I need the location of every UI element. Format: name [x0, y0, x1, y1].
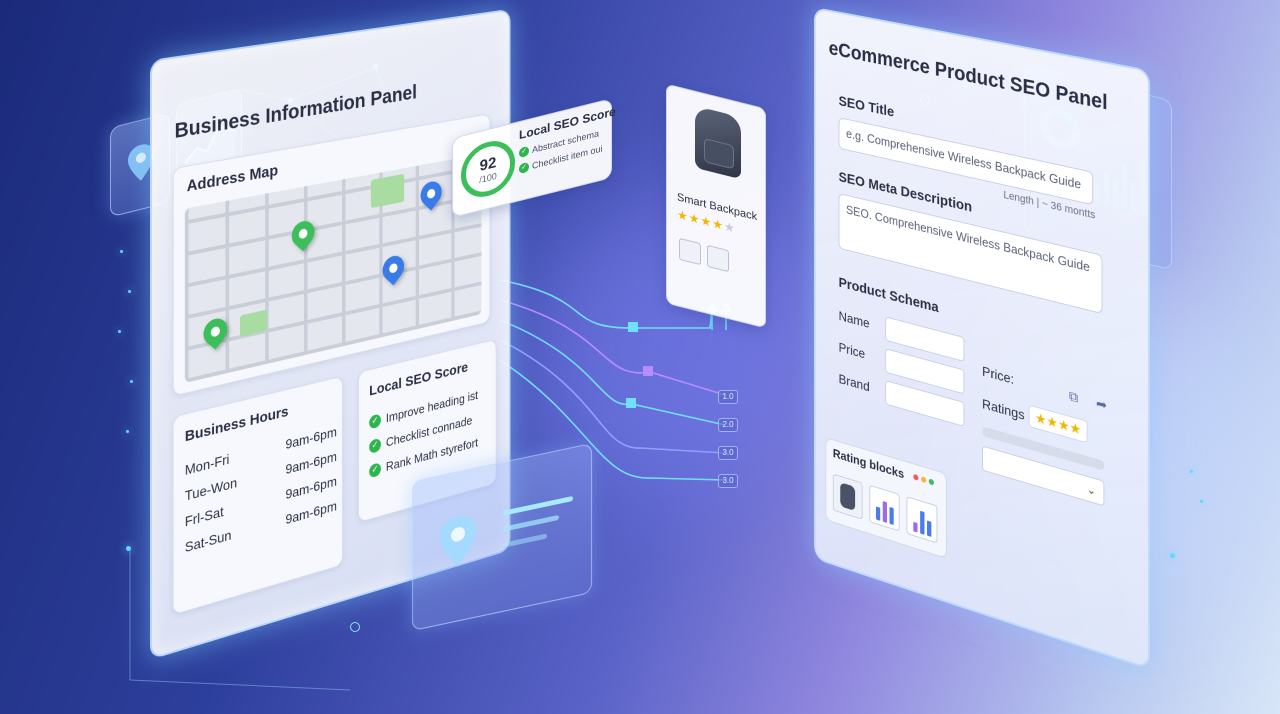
- particle: [126, 430, 129, 433]
- ratings-stars[interactable]: ★★★★: [1028, 404, 1088, 444]
- map-pin-icon[interactable]: [287, 216, 320, 252]
- particle: [118, 330, 121, 333]
- schema-field-label: Price: [838, 339, 866, 362]
- check-icon: ✓: [369, 461, 381, 478]
- backpack-image: [695, 105, 741, 180]
- backpack-thumbnail[interactable]: [832, 473, 863, 520]
- hours-day: Tue-Won: [184, 474, 238, 504]
- chevron-down-icon: ⌄: [1086, 481, 1096, 499]
- particle: [126, 546, 131, 551]
- product-thumbnail[interactable]: [679, 237, 701, 266]
- connector-tag: 3.0: [718, 474, 738, 488]
- product-schema-title: Product Schema: [838, 274, 939, 317]
- map-pin-icon[interactable]: [416, 176, 447, 211]
- product-card[interactable]: Smart Backpack ★★★★★: [666, 83, 766, 329]
- particle: [128, 290, 131, 293]
- map-park: [240, 309, 267, 337]
- check-icon: ✓: [369, 412, 381, 430]
- check-icon: ✓: [519, 161, 529, 175]
- seo-title-label: SEO Title: [838, 93, 895, 121]
- hours-day: Sat-Sun: [184, 526, 232, 556]
- map-pin-icon[interactable]: [198, 313, 233, 350]
- product-thumbnail[interactable]: [707, 244, 729, 273]
- particle: [120, 250, 123, 253]
- share-icon[interactable]: ➦: [1093, 393, 1110, 415]
- location-pin-icon: [440, 515, 476, 567]
- schema-field-label: Name: [838, 307, 870, 331]
- business-hours-card: Business Hours Mon-Fri 9am-6pm Tue-Won 9am…: [172, 375, 343, 616]
- status-dots: [913, 473, 934, 486]
- particle: [130, 380, 133, 383]
- ratings-dropdown[interactable]: ⌄: [982, 445, 1105, 507]
- schema-field-label: Brand: [838, 370, 870, 395]
- map-park: [370, 173, 405, 209]
- price-label: Price:: [982, 362, 1015, 387]
- ratings-label: Ratings: [982, 395, 1025, 423]
- hours-day: Frl-Sat: [184, 503, 224, 530]
- hours-time: 9am-6pm: [285, 423, 337, 453]
- product-seo-panel: eCommerce Product SEO Panel SEO Title e.…: [814, 6, 1150, 670]
- connector-tag: 2.0: [718, 418, 738, 432]
- glass-line: [503, 533, 547, 548]
- copy-icon[interactable]: ⧉: [1065, 385, 1082, 407]
- hours-day: Mon-Fri: [184, 450, 230, 479]
- particle: [1190, 470, 1193, 473]
- bar-chart-icon[interactable]: [869, 484, 900, 532]
- particle: [1200, 500, 1203, 503]
- particle: [1170, 553, 1175, 558]
- bar-chart-icon[interactable]: [906, 496, 938, 544]
- rating-blocks-card: Rating blocks: [825, 437, 947, 560]
- connector-tag: 3.0: [718, 446, 738, 460]
- glass-line: [503, 495, 573, 516]
- score-gauge: 92 /100: [461, 135, 515, 203]
- hours-time: 9am-6pm: [285, 448, 337, 478]
- connector-tag: 1.0: [718, 390, 738, 404]
- hours-time: 9am-6pm: [285, 472, 337, 503]
- map-pin-icon[interactable]: [378, 251, 409, 286]
- hours-time: 9am-6pm: [285, 497, 337, 528]
- address-map-title: Address Map: [186, 162, 279, 196]
- glass-line: [503, 514, 559, 532]
- check-icon: ✓: [369, 437, 381, 454]
- check-icon: ✓: [519, 145, 529, 159]
